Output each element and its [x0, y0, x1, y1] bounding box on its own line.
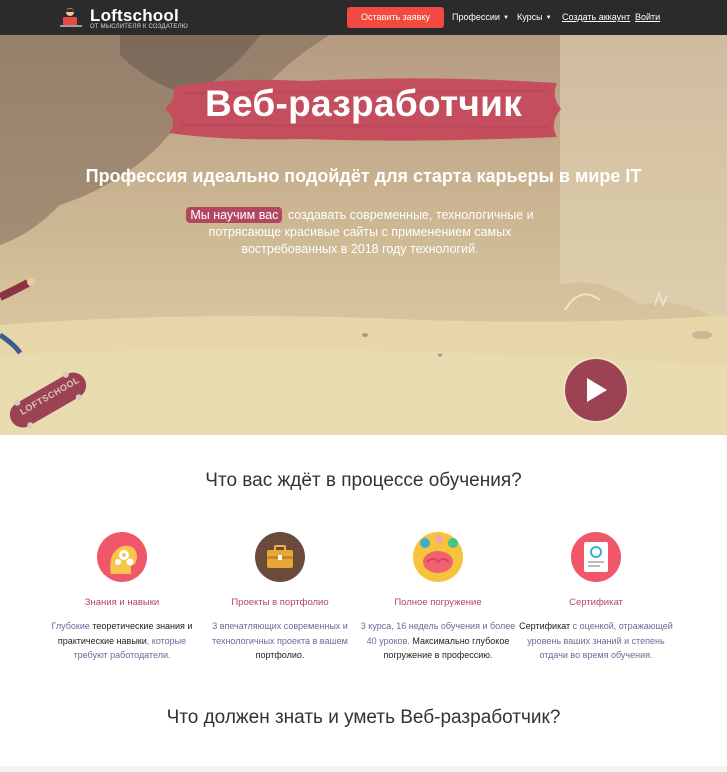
feature-certificate-text: Сертификат с оценкой, отражающей уровень… — [516, 619, 676, 663]
play-icon — [587, 378, 607, 402]
feature-knowledge-title: Знания и навыки — [84, 597, 160, 608]
hero-subtitle: Профессия идеально подойдёт для старта к… — [85, 166, 642, 186]
hero-description: Мы научим вас создавать современные, тех… — [170, 207, 550, 258]
chevron-down-icon: ▼ — [502, 15, 509, 21]
feature-text-part: портфолио. — [255, 650, 305, 660]
section-divider — [0, 766, 727, 772]
brain-icon — [413, 532, 463, 582]
certificate-icon — [571, 532, 621, 582]
logo-laptop-icon — [60, 8, 82, 27]
brain-graphic — [420, 535, 458, 573]
briefcase-graphic — [267, 545, 293, 568]
hero-title: Веб-разработчик — [204, 83, 523, 124]
skills-section-title: Что должен знать и уметь Веб-разработчик… — [166, 707, 561, 728]
feature-portfolio-title: Проекты в портфолио — [231, 597, 329, 608]
logo-tagline: от мыслителя к создателю — [90, 24, 189, 30]
feature-text-part: 3 впечатляющих современных и технологичн… — [212, 621, 348, 646]
nav-professions-label: Профессии — [452, 12, 500, 22]
leave-request-button[interactable]: Оставить заявку — [347, 7, 444, 28]
feature-certificate-title: Сертификат — [569, 597, 623, 608]
gears-head-graphic — [110, 545, 137, 574]
top-navbar: Loftschool от мыслителя к создателю Оста… — [0, 0, 727, 35]
feature-portfolio-text: 3 впечатляющих современных и технологичн… — [200, 619, 360, 663]
briefcase-icon — [255, 532, 305, 582]
nav-courses[interactable]: Курсы ▼ — [517, 12, 552, 22]
logo-name: Loftschool — [90, 6, 179, 25]
feature-knowledge-text: Глубокие теоретические знания и практиче… — [42, 619, 202, 663]
feature-immersion-text: 3 курса, 16 недель обучения и более 40 у… — [358, 619, 518, 663]
feature-text-part: Глубокие — [51, 621, 90, 631]
feature-immersion-title: Полное погружение — [394, 597, 482, 608]
logo[interactable]: Loftschool от мыслителя к создателю — [60, 5, 188, 31]
play-video-button[interactable] — [565, 359, 627, 421]
learning-section-title: Что вас ждёт в процессе обучения? — [205, 470, 522, 491]
nav-professions[interactable]: Профессии ▼ — [452, 12, 509, 22]
certificate-graphic — [584, 542, 608, 572]
hero-description-highlight: Мы научим вас — [186, 207, 283, 223]
login-link[interactable]: Войти — [635, 12, 660, 22]
gears-head-icon — [97, 532, 147, 582]
nav-courses-label: Курсы — [517, 12, 543, 22]
create-account-link[interactable]: Создать аккаунт — [562, 12, 630, 22]
chevron-down-icon: ▼ — [545, 15, 552, 21]
feature-text-part: Сертификат — [519, 621, 571, 631]
